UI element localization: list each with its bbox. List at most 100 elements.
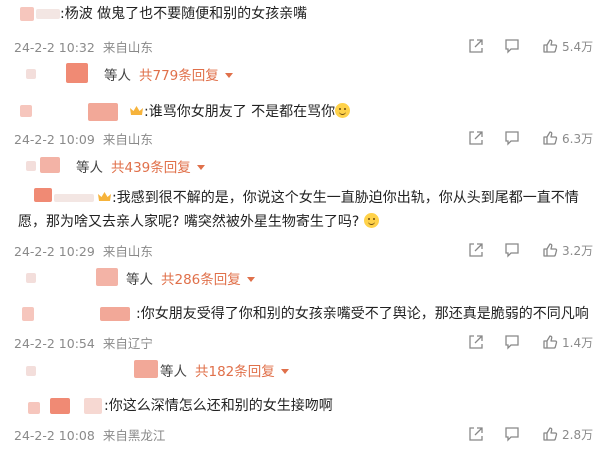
username-redacted xyxy=(100,307,130,321)
replier-redacted xyxy=(66,63,88,83)
comment-location: 来自山东 xyxy=(102,40,153,55)
username-redacted xyxy=(22,307,34,321)
replier-redacted xyxy=(134,360,158,378)
like-icon xyxy=(543,131,558,145)
comment-location: 来自黑龙江 xyxy=(102,428,166,443)
like-icon xyxy=(543,243,558,257)
comment-actions: 3.2万 xyxy=(468,240,608,260)
like-count: 3.2万 xyxy=(562,243,594,258)
reply-who: 等人 xyxy=(76,160,103,176)
reply-count: 共182条回复 xyxy=(195,364,275,380)
grin-emoji-icon xyxy=(335,103,351,118)
like-icon xyxy=(543,427,558,441)
view-replies-link[interactable]: 等人 共779条回复 xyxy=(104,64,233,84)
comment-location: 来自辽宁 xyxy=(102,336,153,351)
comment-actions: 2.8万 xyxy=(468,424,608,444)
comment-button[interactable] xyxy=(504,128,520,148)
username-redacted xyxy=(50,398,70,414)
like-icon xyxy=(543,335,558,349)
comment-time: 24-2-2 10:32 xyxy=(14,40,95,55)
comment-icon xyxy=(505,335,519,350)
comment-text: :杨波 做鬼了也不要随便和别的女孩亲嘴 xyxy=(60,6,308,22)
share-button[interactable] xyxy=(468,128,484,148)
comment-text: :谁骂你女朋友了 不是都在骂你 xyxy=(144,101,351,123)
reply-count: 共286条回复 xyxy=(161,272,241,288)
comment-button[interactable] xyxy=(504,240,520,260)
comment-meta: 24-2-2 10:09 来自山东 xyxy=(14,129,153,148)
comment-actions: 6.3万 xyxy=(468,128,608,148)
comment-meta: 24-2-2 10:32 来自山东 xyxy=(14,37,153,56)
comment-meta: 24-2-2 10:54 来自辽宁 xyxy=(14,333,153,352)
replier-redacted xyxy=(96,268,118,286)
comment-icon xyxy=(505,39,519,54)
like-icon xyxy=(543,39,558,53)
like-button[interactable]: 1.4万 xyxy=(542,332,593,352)
username-redacted xyxy=(20,105,32,117)
username-redacted xyxy=(54,194,94,202)
comment-icon xyxy=(505,427,519,442)
view-replies-link[interactable]: 等人 共286条回复 xyxy=(126,268,255,288)
comment-text-line1: :我感到很不解的是，你说这个女生一直胁迫你出轨，你从头到尾都一直不情 xyxy=(112,190,579,206)
comment-icon xyxy=(505,131,519,146)
comment-location: 来自山东 xyxy=(102,244,153,259)
comment-button[interactable] xyxy=(504,424,520,444)
view-replies-link[interactable]: 等人 共439条回复 xyxy=(76,156,205,176)
username-redacted xyxy=(28,402,40,414)
reply-count: 共439条回复 xyxy=(111,160,191,176)
replier-redacted xyxy=(26,273,36,283)
comment-text: :你女朋友受得了你和别的女孩亲嘴受不了舆论，那还真是脆弱的不同凡响 xyxy=(136,306,589,322)
like-count: 6.3万 xyxy=(562,131,594,146)
comment-location: 来自山东 xyxy=(102,132,153,147)
chevron-down-icon xyxy=(196,164,205,170)
chevron-down-icon xyxy=(224,72,233,78)
comment-actions: 5.4万 xyxy=(468,36,608,56)
like-button[interactable]: 6.3万 xyxy=(542,128,593,148)
comment-text-line2: 愿，那为啥又去亲人家呢? 嘴突然被外星生物寄生了吗? xyxy=(18,211,379,233)
share-button[interactable] xyxy=(468,332,484,352)
chevron-down-icon xyxy=(246,276,255,282)
comment-time: 24-2-2 10:54 xyxy=(14,336,95,351)
chevron-down-icon xyxy=(280,368,289,374)
share-icon xyxy=(469,131,483,145)
comment-icon xyxy=(505,243,519,258)
like-button[interactable]: 2.8万 xyxy=(542,424,593,444)
comment-text-body: 愿，那为啥又去亲人家呢? 嘴突然被外星生物寄生了吗? xyxy=(18,214,360,230)
reply-who: 等人 xyxy=(104,68,131,84)
replier-redacted xyxy=(26,69,36,79)
share-icon xyxy=(469,427,483,441)
username-redacted xyxy=(34,188,52,202)
reply-who: 等人 xyxy=(160,364,187,380)
comment-text-body: :谁骂你女朋友了 不是都在骂你 xyxy=(144,104,336,120)
comment-time: 24-2-2 10:08 xyxy=(14,428,95,443)
comment-button[interactable] xyxy=(504,36,520,56)
crown-badge-icon xyxy=(130,106,143,115)
comment-actions: 1.4万 xyxy=(468,332,608,352)
comment-text: :你这么深情怎么还和别的女生接吻啊 xyxy=(104,398,333,414)
like-button[interactable]: 5.4万 xyxy=(542,36,593,56)
view-replies-link[interactable]: 等人 共182条回复 xyxy=(160,360,289,380)
like-count: 5.4万 xyxy=(562,39,594,54)
username-redacted xyxy=(20,7,34,21)
like-count: 2.8万 xyxy=(562,427,594,442)
grin-emoji-icon xyxy=(363,213,379,228)
comment-button[interactable] xyxy=(504,332,520,352)
share-icon xyxy=(469,243,483,257)
reply-who: 等人 xyxy=(126,272,153,288)
username-redacted xyxy=(84,398,102,414)
share-button[interactable] xyxy=(468,240,484,260)
replier-redacted xyxy=(26,161,36,171)
share-button[interactable] xyxy=(468,36,484,56)
like-button[interactable]: 3.2万 xyxy=(542,240,593,260)
comment-time: 24-2-2 10:29 xyxy=(14,244,95,259)
replier-redacted xyxy=(26,366,36,376)
comment-meta: 24-2-2 10:08 来自黑龙江 xyxy=(14,425,165,444)
share-icon xyxy=(469,335,483,349)
crown-badge-icon xyxy=(98,192,111,201)
username-redacted xyxy=(88,103,118,121)
replier-redacted xyxy=(40,157,60,173)
username-redacted xyxy=(36,9,60,19)
reply-count: 共779条回复 xyxy=(139,68,219,84)
share-button[interactable] xyxy=(468,424,484,444)
comment-meta: 24-2-2 10:29 来自山东 xyxy=(14,241,153,260)
like-count: 1.4万 xyxy=(562,335,594,350)
